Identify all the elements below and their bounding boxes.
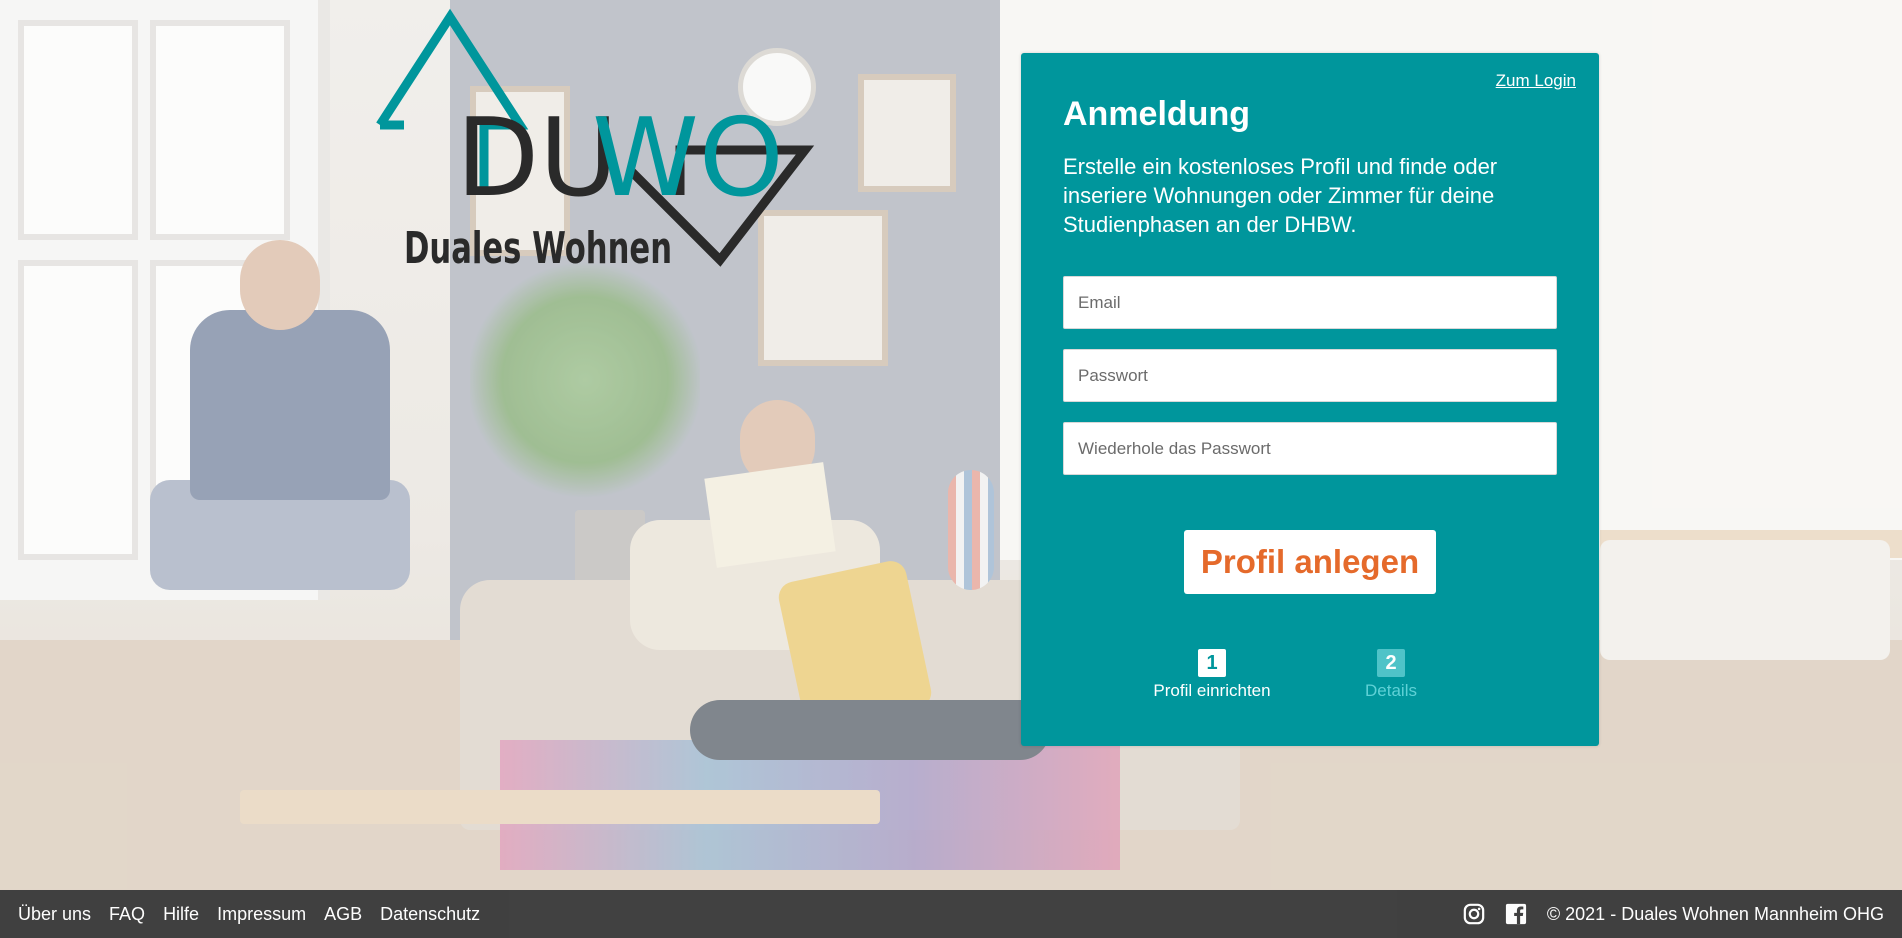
copyright-text: © 2021 - Duales Wohnen Mannheim OHG	[1546, 903, 1884, 924]
step-label: Profil einrichten	[1153, 681, 1271, 700]
footer-link-terms[interactable]: AGB	[324, 904, 362, 925]
create-profile-button[interactable]: Profil anlegen	[1184, 530, 1436, 594]
footer-link-faq[interactable]: FAQ	[109, 904, 145, 925]
footer-right: © 2021 - Duales Wohnen Mannheim OHG	[1463, 890, 1884, 938]
signup-intro: Erstelle ein kostenloses Profil und find…	[1063, 154, 1498, 237]
step-profile-setup: 1 Profil einrichten	[1145, 649, 1279, 701]
signup-title: Anmeldung	[1063, 95, 1250, 133]
duwo-logo: DU WO Duales Wohnen	[360, 5, 820, 270]
footer-nav: Über uns FAQ Hilfe Impressum AGB Datensc…	[18, 890, 498, 938]
step-number: 2	[1377, 649, 1405, 677]
step-details: 2 Details	[1351, 649, 1431, 701]
footer-link-help[interactable]: Hilfe	[163, 904, 199, 925]
instagram-icon[interactable]	[1463, 903, 1485, 925]
login-link[interactable]: Zum Login	[1496, 71, 1576, 91]
facebook-icon[interactable]	[1505, 903, 1527, 925]
background-photo	[0, 0, 1902, 890]
footer: Über uns FAQ Hilfe Impressum AGB Datensc…	[0, 890, 1902, 938]
email-field[interactable]	[1063, 276, 1557, 329]
step-label: Details	[1365, 681, 1417, 700]
signup-panel: Zum Login Anmeldung Erstelle ein kostenl…	[1021, 53, 1599, 746]
logo-tagline: Duales Wohnen	[404, 223, 672, 270]
footer-link-privacy[interactable]: Datenschutz	[380, 904, 480, 925]
password-field[interactable]	[1063, 349, 1557, 402]
step-number: 1	[1198, 649, 1226, 677]
footer-link-about[interactable]: Über uns	[18, 904, 91, 925]
password-repeat-field[interactable]	[1063, 422, 1557, 475]
footer-link-imprint[interactable]: Impressum	[217, 904, 306, 925]
logo-wordmark-wo: WO	[592, 96, 784, 221]
